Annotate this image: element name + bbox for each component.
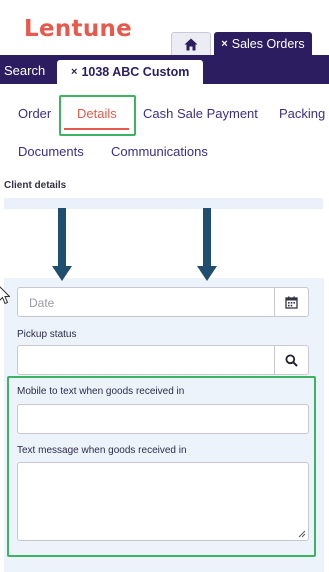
date-picker-button[interactable] [274,288,308,316]
date-placeholder: Date [29,296,55,310]
subtab-communications[interactable]: Communications [111,144,208,159]
mobile-to-text-label: Mobile to text when goods received in [17,386,185,397]
text-message-textarea[interactable] [17,462,309,541]
details-tab-highlight [59,95,136,136]
subtab-order[interactable]: Order [18,106,51,121]
subtab-packing[interactable]: Packing s [279,106,329,121]
lentune-logo: Lentune [24,16,133,42]
resize-handle-icon[interactable] [298,530,306,538]
tab-record-1038[interactable]: × 1038 ABC Custom [57,60,203,84]
mobile-to-text-input[interactable] [17,404,309,434]
subtab-cash-sale-payment[interactable]: Cash Sale Payment [143,106,258,121]
pickup-status-search-button[interactable] [274,346,308,374]
close-icon[interactable]: × [221,38,227,50]
record-tab-label: 1038 ABC Custom [81,65,190,79]
pickup-status-label: Pickup status [17,329,77,340]
home-icon [184,38,198,50]
subtab-documents[interactable]: Documents [18,144,84,159]
date-input[interactable]: Date [17,287,309,317]
search-nav-link[interactable]: Search [4,63,45,78]
calendar-icon [285,296,298,309]
search-icon [285,354,298,367]
pickup-status-input[interactable] [17,345,309,375]
tab-sales-orders-label: Sales Orders [231,36,305,51]
mouse-cursor-icon [0,286,10,305]
section-title-client-details: Client details [4,180,67,191]
home-tab[interactable] [171,32,211,55]
annotation-arrow-left [52,208,72,281]
tab-sales-orders[interactable]: × Sales Orders [214,32,312,55]
text-message-label: Text message when goods received in [17,445,187,456]
close-icon[interactable]: × [71,66,77,78]
annotation-arrow-right [197,208,217,281]
